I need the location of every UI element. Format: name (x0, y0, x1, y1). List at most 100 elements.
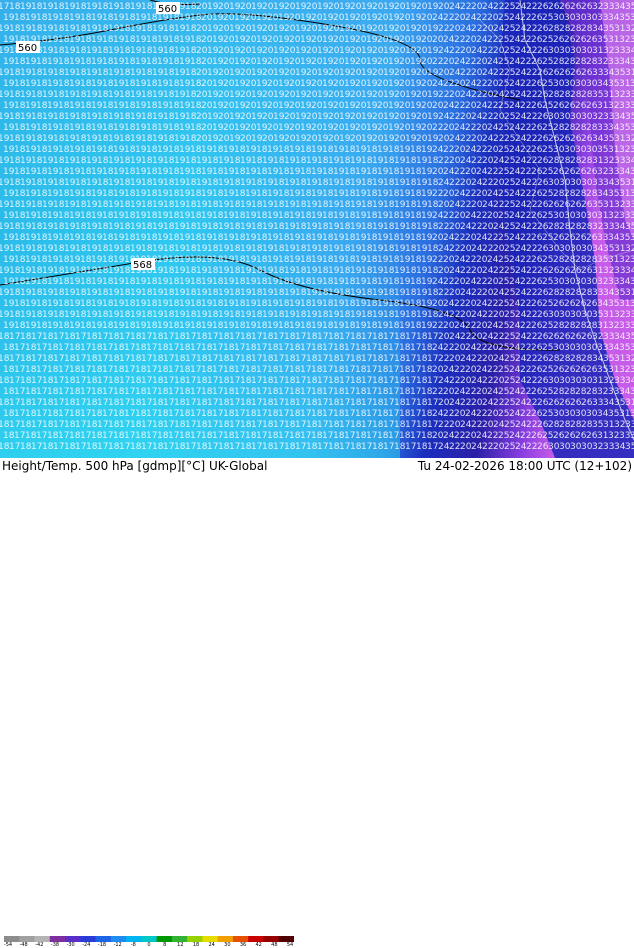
temperature-value: 19 (229, 134, 241, 144)
color-scale-tick: 30 (224, 942, 231, 948)
temperature-value: 17 (322, 409, 333, 419)
temperature-value: 18 (240, 442, 252, 452)
temperature-value: 19 (256, 79, 268, 89)
temperature-value: 19 (311, 145, 323, 155)
temperature-value: 20 (399, 13, 411, 23)
temperature-value: 19 (289, 277, 301, 287)
temperature-value: 17 (124, 431, 135, 441)
temperature-value: 30 (553, 277, 565, 287)
temperature-value: 22 (526, 68, 537, 78)
temperature-value: 18 (75, 266, 87, 276)
temperature-value: 18 (14, 321, 26, 331)
temperature-value: 20 (328, 2, 340, 12)
temperature-value: 17 (9, 442, 20, 452)
temperature-value: 18 (251, 156, 263, 166)
temperature-value: 20 (284, 24, 296, 34)
temperature-value: 28 (564, 189, 576, 199)
temperature-value: 18 (168, 57, 180, 67)
temperature-value: 19 (355, 233, 367, 243)
temperature-value: 25 (498, 387, 509, 397)
temperature-value: 19 (218, 288, 230, 298)
temperature-value: 19 (201, 277, 213, 287)
temperature-value: 19 (130, 288, 142, 298)
temperature-value: 30 (553, 409, 565, 419)
temperature-value: 19 (289, 189, 301, 199)
temperature-value: 18 (300, 321, 312, 331)
temperature-value: 18 (284, 442, 296, 452)
temperature-value: 18 (53, 244, 65, 254)
temperature-value: 18 (322, 255, 334, 265)
temperature-value: 17 (163, 442, 174, 452)
temperature-value: 19 (267, 321, 279, 331)
temperature-value: 20 (377, 123, 389, 133)
temperature-value: 18 (328, 420, 340, 430)
temperature-value: 19 (240, 288, 252, 298)
temperature-value: 19 (69, 321, 81, 331)
temperature-value: 19 (344, 57, 356, 67)
temperature-value: 18 (141, 178, 153, 188)
temperature-value: 19 (174, 222, 186, 232)
temperature-value: 17 (339, 354, 350, 364)
temperature-value: 19 (317, 2, 329, 12)
temperature-value: 18 (372, 398, 384, 408)
temperature-value: 19 (113, 57, 125, 67)
temperature-value: 18 (289, 409, 301, 419)
temperature-value: 19 (245, 299, 257, 309)
temperature-value: 19 (273, 46, 285, 56)
temperature-value: 19 (300, 13, 312, 23)
temperature-value: 19 (152, 288, 164, 298)
temperature-value: 20 (223, 79, 235, 89)
temperature-value: 18 (9, 68, 21, 78)
temperature-value: 24 (438, 46, 450, 56)
temperature-value: 18 (300, 299, 312, 309)
temperature-value: 18 (102, 101, 114, 111)
temperature-value: 34 (597, 79, 609, 89)
temperature-value: 18 (185, 156, 197, 166)
temperature-value: 26 (575, 101, 587, 111)
temperature-value: 18 (405, 244, 417, 254)
temperature-value: 19 (86, 68, 98, 78)
temperature-value: 19 (69, 255, 81, 265)
temperature-value: 26 (531, 167, 543, 177)
temperature-value: 19 (157, 167, 169, 177)
temperature-value: 19 (152, 46, 164, 56)
temperature-value: 18 (124, 299, 136, 309)
temperature-value: 26 (570, 2, 582, 12)
temperature-value: 19 (306, 222, 318, 232)
temperature-value: 19 (245, 145, 257, 155)
temperature-value: 28 (553, 321, 565, 331)
temperature-value: 33 (614, 376, 625, 386)
temperature-value: 20 (443, 123, 455, 133)
temperature-value: 30 (581, 178, 593, 188)
temperature-value: 19 (410, 57, 422, 67)
temperature-value: 17 (14, 343, 25, 353)
temperature-value: 22 (465, 57, 476, 67)
temperature-value: 18 (427, 266, 439, 276)
temperature-value: 17 (405, 354, 416, 364)
temperature-value: 18 (190, 123, 202, 133)
temperature-value: 22 (465, 189, 476, 199)
temperature-value: 19 (284, 156, 296, 166)
temperature-value: 19 (25, 167, 37, 177)
temperature-value: 26 (553, 233, 565, 243)
temperature-value: 30 (559, 310, 571, 320)
temperature-value: 22 (438, 420, 449, 430)
temperature-value: 18 (64, 354, 76, 364)
temperature-value: 24 (449, 68, 461, 78)
temperature-value: 18 (163, 266, 175, 276)
temperature-value: 17 (185, 354, 196, 364)
temperature-value: 20 (416, 24, 428, 34)
temperature-value: 19 (399, 277, 411, 287)
temperature-value: 26 (575, 431, 587, 441)
temperature-value: 18 (416, 442, 428, 452)
temperature-value: 18 (97, 2, 109, 12)
temperature-value: 18 (75, 288, 87, 298)
temperature-value: 19 (410, 13, 422, 23)
temperature-value: 30 (548, 442, 560, 452)
temperature-value: 25 (542, 35, 553, 45)
temperature-value: 18 (284, 332, 296, 342)
temperature-value: 24 (515, 156, 527, 166)
temperature-value: 18 (388, 277, 400, 287)
temperature-value: 34 (608, 123, 620, 133)
temperature-value: 28 (570, 222, 582, 232)
